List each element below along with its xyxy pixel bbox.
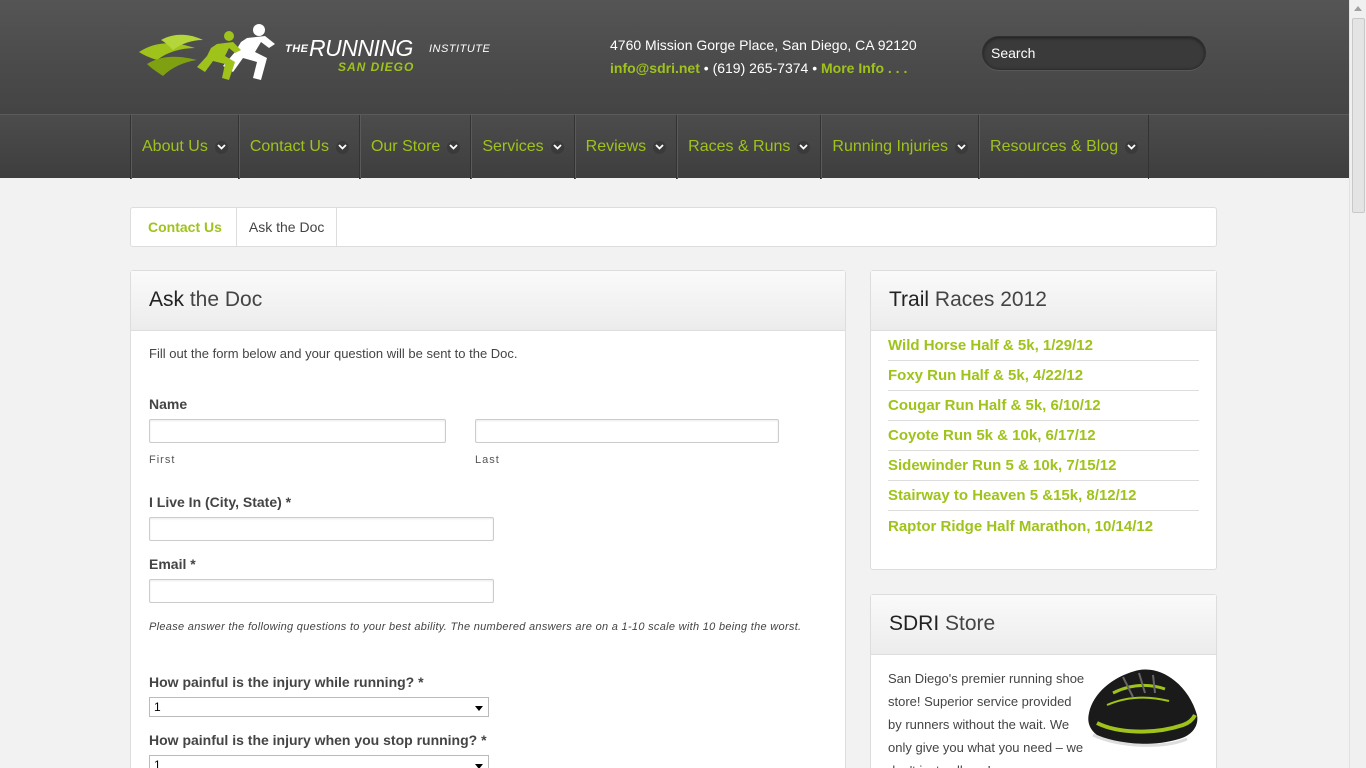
running-shoe-image[interactable]: [1083, 663, 1201, 751]
dropdown-arrow-icon: [475, 706, 483, 711]
nav-item-resources-blog[interactable]: Resources & Blog: [979, 115, 1150, 179]
nav-item-label: Our Store: [370, 138, 441, 155]
nav-item-label: Services: [482, 138, 544, 155]
q1-select[interactable]: 1: [149, 697, 489, 717]
q2-label: How painful is the injury when you stop …: [149, 732, 487, 748]
form-intro: Fill out the form below and your questio…: [149, 346, 518, 361]
name-label: Name: [149, 396, 188, 412]
nav-item-label: Resources & Blog: [990, 138, 1119, 155]
nav-item-running-injuries[interactable]: Running Injuries: [821, 115, 980, 179]
logo-institute: INSTITUTE: [429, 43, 491, 55]
first-sublabel: First: [149, 454, 176, 466]
form-note: Please answer the following questions to…: [149, 621, 802, 633]
first-name-input[interactable]: [149, 419, 446, 443]
city-input[interactable]: [149, 517, 494, 541]
email-label: Email *: [149, 556, 196, 572]
trail-races-widget: Trail Races 2012 Wild Horse Half & 5k, 1…: [870, 270, 1217, 570]
nav-item-races-runs[interactable]: Races & Runs: [677, 115, 822, 179]
page-scrollbar[interactable]: [1349, 0, 1366, 768]
site-logo[interactable]: THE RUNNING INSTITUTE SAN DIEGO: [137, 22, 497, 88]
title-bold: Ask: [149, 288, 185, 311]
race-link[interactable]: Cougar Run Half & 5k, 6/10/12: [888, 391, 1199, 421]
race-link[interactable]: Stairway to Heaven 5 &15k, 8/12/12: [888, 481, 1199, 511]
city-label: I Live In (City, State) *: [149, 494, 292, 510]
nav-item-contact-us[interactable]: Contact Us: [239, 115, 360, 179]
nav-item-label: Running Injuries: [832, 138, 949, 155]
q1-label: How painful is the injury while running?…: [149, 674, 424, 690]
chevron-down-icon: [447, 140, 461, 154]
email-field[interactable]: [149, 579, 494, 603]
title-bold: SDRI: [889, 612, 940, 635]
scroll-thumb[interactable]: [1352, 18, 1365, 213]
q2-select[interactable]: 1: [149, 755, 489, 768]
widget-title: Trail Races 2012: [871, 271, 1216, 331]
title-bold: Trail: [889, 288, 930, 311]
separator-bullet: •: [699, 60, 713, 76]
breadcrumb-current: Ask the Doc: [237, 208, 338, 246]
separator-bullet: •: [808, 60, 821, 76]
logo-running: RUNNING: [309, 35, 413, 61]
chevron-down-icon: [653, 140, 667, 154]
email-link[interactable]: info@sdri.net: [610, 60, 700, 76]
breadcrumb: Contact Us Ask the Doc: [130, 207, 1217, 247]
main-nav: About Us Contact Us Our Store Services R…: [0, 114, 1349, 179]
chevron-down-icon: [335, 140, 349, 154]
chevron-down-icon: [955, 140, 969, 154]
search-input[interactable]: [982, 36, 1206, 70]
race-link[interactable]: Raptor Ridge Half Marathon, 10/14/12: [888, 511, 1199, 541]
nav-item-our-store[interactable]: Our Store: [360, 115, 472, 179]
widget-title: SDRI Store: [871, 595, 1216, 655]
logo-the: THE: [285, 43, 309, 55]
nav-item-label: Races & Runs: [688, 138, 791, 155]
runner-logo-icon: [139, 24, 275, 80]
nav-item-about-us[interactable]: About Us: [131, 115, 239, 179]
phone-number: (619) 265-7374: [712, 60, 809, 76]
nav-item-label: About Us: [142, 138, 208, 155]
breadcrumb-contact-us[interactable]: Contact Us: [131, 208, 237, 246]
store-description: San Diego's premier running shoe store! …: [888, 671, 1085, 768]
q1-selected-value: 1: [154, 700, 161, 714]
more-info-link[interactable]: More Info . . .: [821, 60, 907, 76]
chevron-down-icon: [797, 140, 811, 154]
header-contact-line: info@sdri.net • (619) 265-7374 • More In…: [610, 60, 907, 76]
title-light: the Doc: [184, 288, 263, 311]
nav-item-label: Reviews: [585, 138, 647, 155]
nav-item-label: Contact Us: [249, 138, 329, 155]
race-link[interactable]: Foxy Run Half & 5k, 4/22/12: [888, 361, 1199, 391]
dropdown-arrow-icon: [475, 764, 483, 768]
chevron-down-icon: [214, 140, 228, 154]
nav-item-services[interactable]: Services: [471, 115, 575, 179]
last-name-input[interactable]: [475, 419, 779, 443]
sdri-store-widget: SDRI Store San Diego's premier running s…: [870, 594, 1217, 768]
scroll-up-icon[interactable]: [1354, 6, 1362, 11]
chevron-down-icon: [550, 140, 564, 154]
title-light: Races 2012: [929, 288, 1047, 311]
logo-san-diego: SAN DIEGO: [338, 60, 415, 74]
header-address: 4760 Mission Gorge Place, San Diego, CA …: [610, 37, 917, 53]
q2-selected-value: 1: [154, 758, 161, 768]
title-light: Store: [939, 612, 996, 635]
race-link[interactable]: Sidewinder Run 5 & 10k, 7/15/12: [888, 451, 1199, 481]
race-link[interactable]: Wild Horse Half & 5k, 1/29/12: [888, 331, 1199, 361]
last-sublabel: Last: [475, 454, 500, 466]
race-link[interactable]: Coyote Run 5k & 10k, 6/17/12: [888, 421, 1199, 451]
nav-item-reviews[interactable]: Reviews: [575, 115, 678, 179]
ask-the-doc-panel: Ask the Doc Fill out the form below and …: [130, 270, 846, 768]
site-header: THE RUNNING INSTITUTE SAN DIEGO 4760 Mis…: [0, 0, 1349, 114]
page-title: Ask the Doc: [131, 271, 845, 331]
chevron-down-icon: [1125, 140, 1139, 154]
race-list: Wild Horse Half & 5k, 1/29/12 Foxy Run H…: [871, 331, 1216, 541]
